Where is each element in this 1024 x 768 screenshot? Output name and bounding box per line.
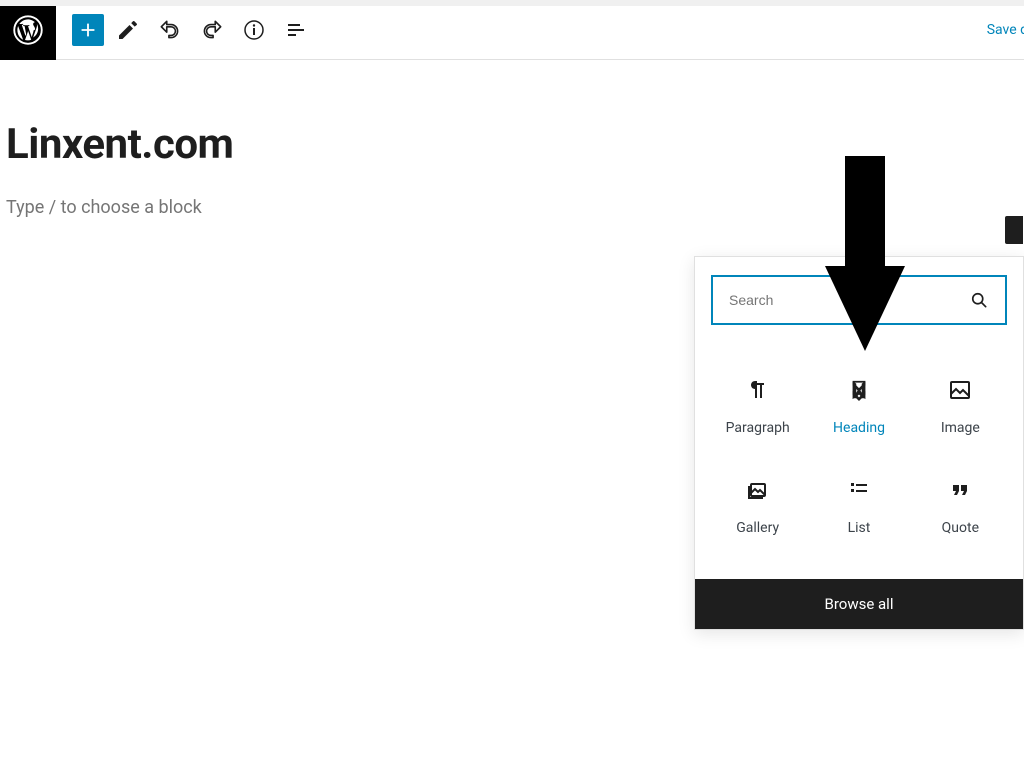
block-label: Paragraph [726,420,790,436]
toolbar-buttons [56,12,314,48]
block-placeholder[interactable]: Type / to choose a block [6,197,1024,218]
block-item-quote[interactable]: Quote [910,455,1011,555]
heading-icon [848,374,870,406]
block-item-gallery[interactable]: Gallery [707,455,808,555]
undo-icon [157,17,183,43]
pencil-icon [116,18,140,42]
block-end-indicator[interactable] [1005,216,1023,244]
post-title[interactable]: Linxent.com [6,120,1024,169]
block-item-list[interactable]: List [808,455,909,555]
gallery-icon [746,474,770,506]
block-grid: Paragraph Heading [695,335,1023,579]
undo-button[interactable] [152,12,188,48]
search-box [711,275,1007,325]
save-draft-button[interactable]: Save d [987,22,1024,38]
block-label: Heading [833,420,885,436]
search-icon [969,290,989,310]
plus-icon [77,19,99,41]
redo-icon [199,17,225,43]
block-label: Image [941,420,980,436]
paragraph-icon [746,374,770,406]
browse-all-button[interactable]: Browse all [695,579,1023,629]
list-view-icon [284,18,308,42]
quote-icon [948,474,972,506]
add-block-button[interactable] [72,14,104,46]
wordpress-icon [13,15,43,45]
block-label: Quote [942,520,979,536]
info-icon [242,18,266,42]
edit-button[interactable] [110,12,146,48]
block-label: Gallery [736,520,779,536]
block-item-heading[interactable]: Heading [808,355,909,455]
list-icon [847,474,871,506]
toolbar: Save d [0,0,1024,60]
editor-content: Linxent.com Type / to choose a block [0,60,1024,218]
redo-button[interactable] [194,12,230,48]
search-input[interactable] [729,292,969,308]
block-item-image[interactable]: Image [910,355,1011,455]
outline-button[interactable] [278,12,314,48]
image-icon [948,374,972,406]
block-inserter-panel: Paragraph Heading [694,256,1024,630]
block-label: List [848,520,871,536]
top-strip [0,0,1024,6]
info-button[interactable] [236,12,272,48]
search-container [695,257,1023,335]
wordpress-logo[interactable] [0,0,56,60]
block-item-paragraph[interactable]: Paragraph [707,355,808,455]
